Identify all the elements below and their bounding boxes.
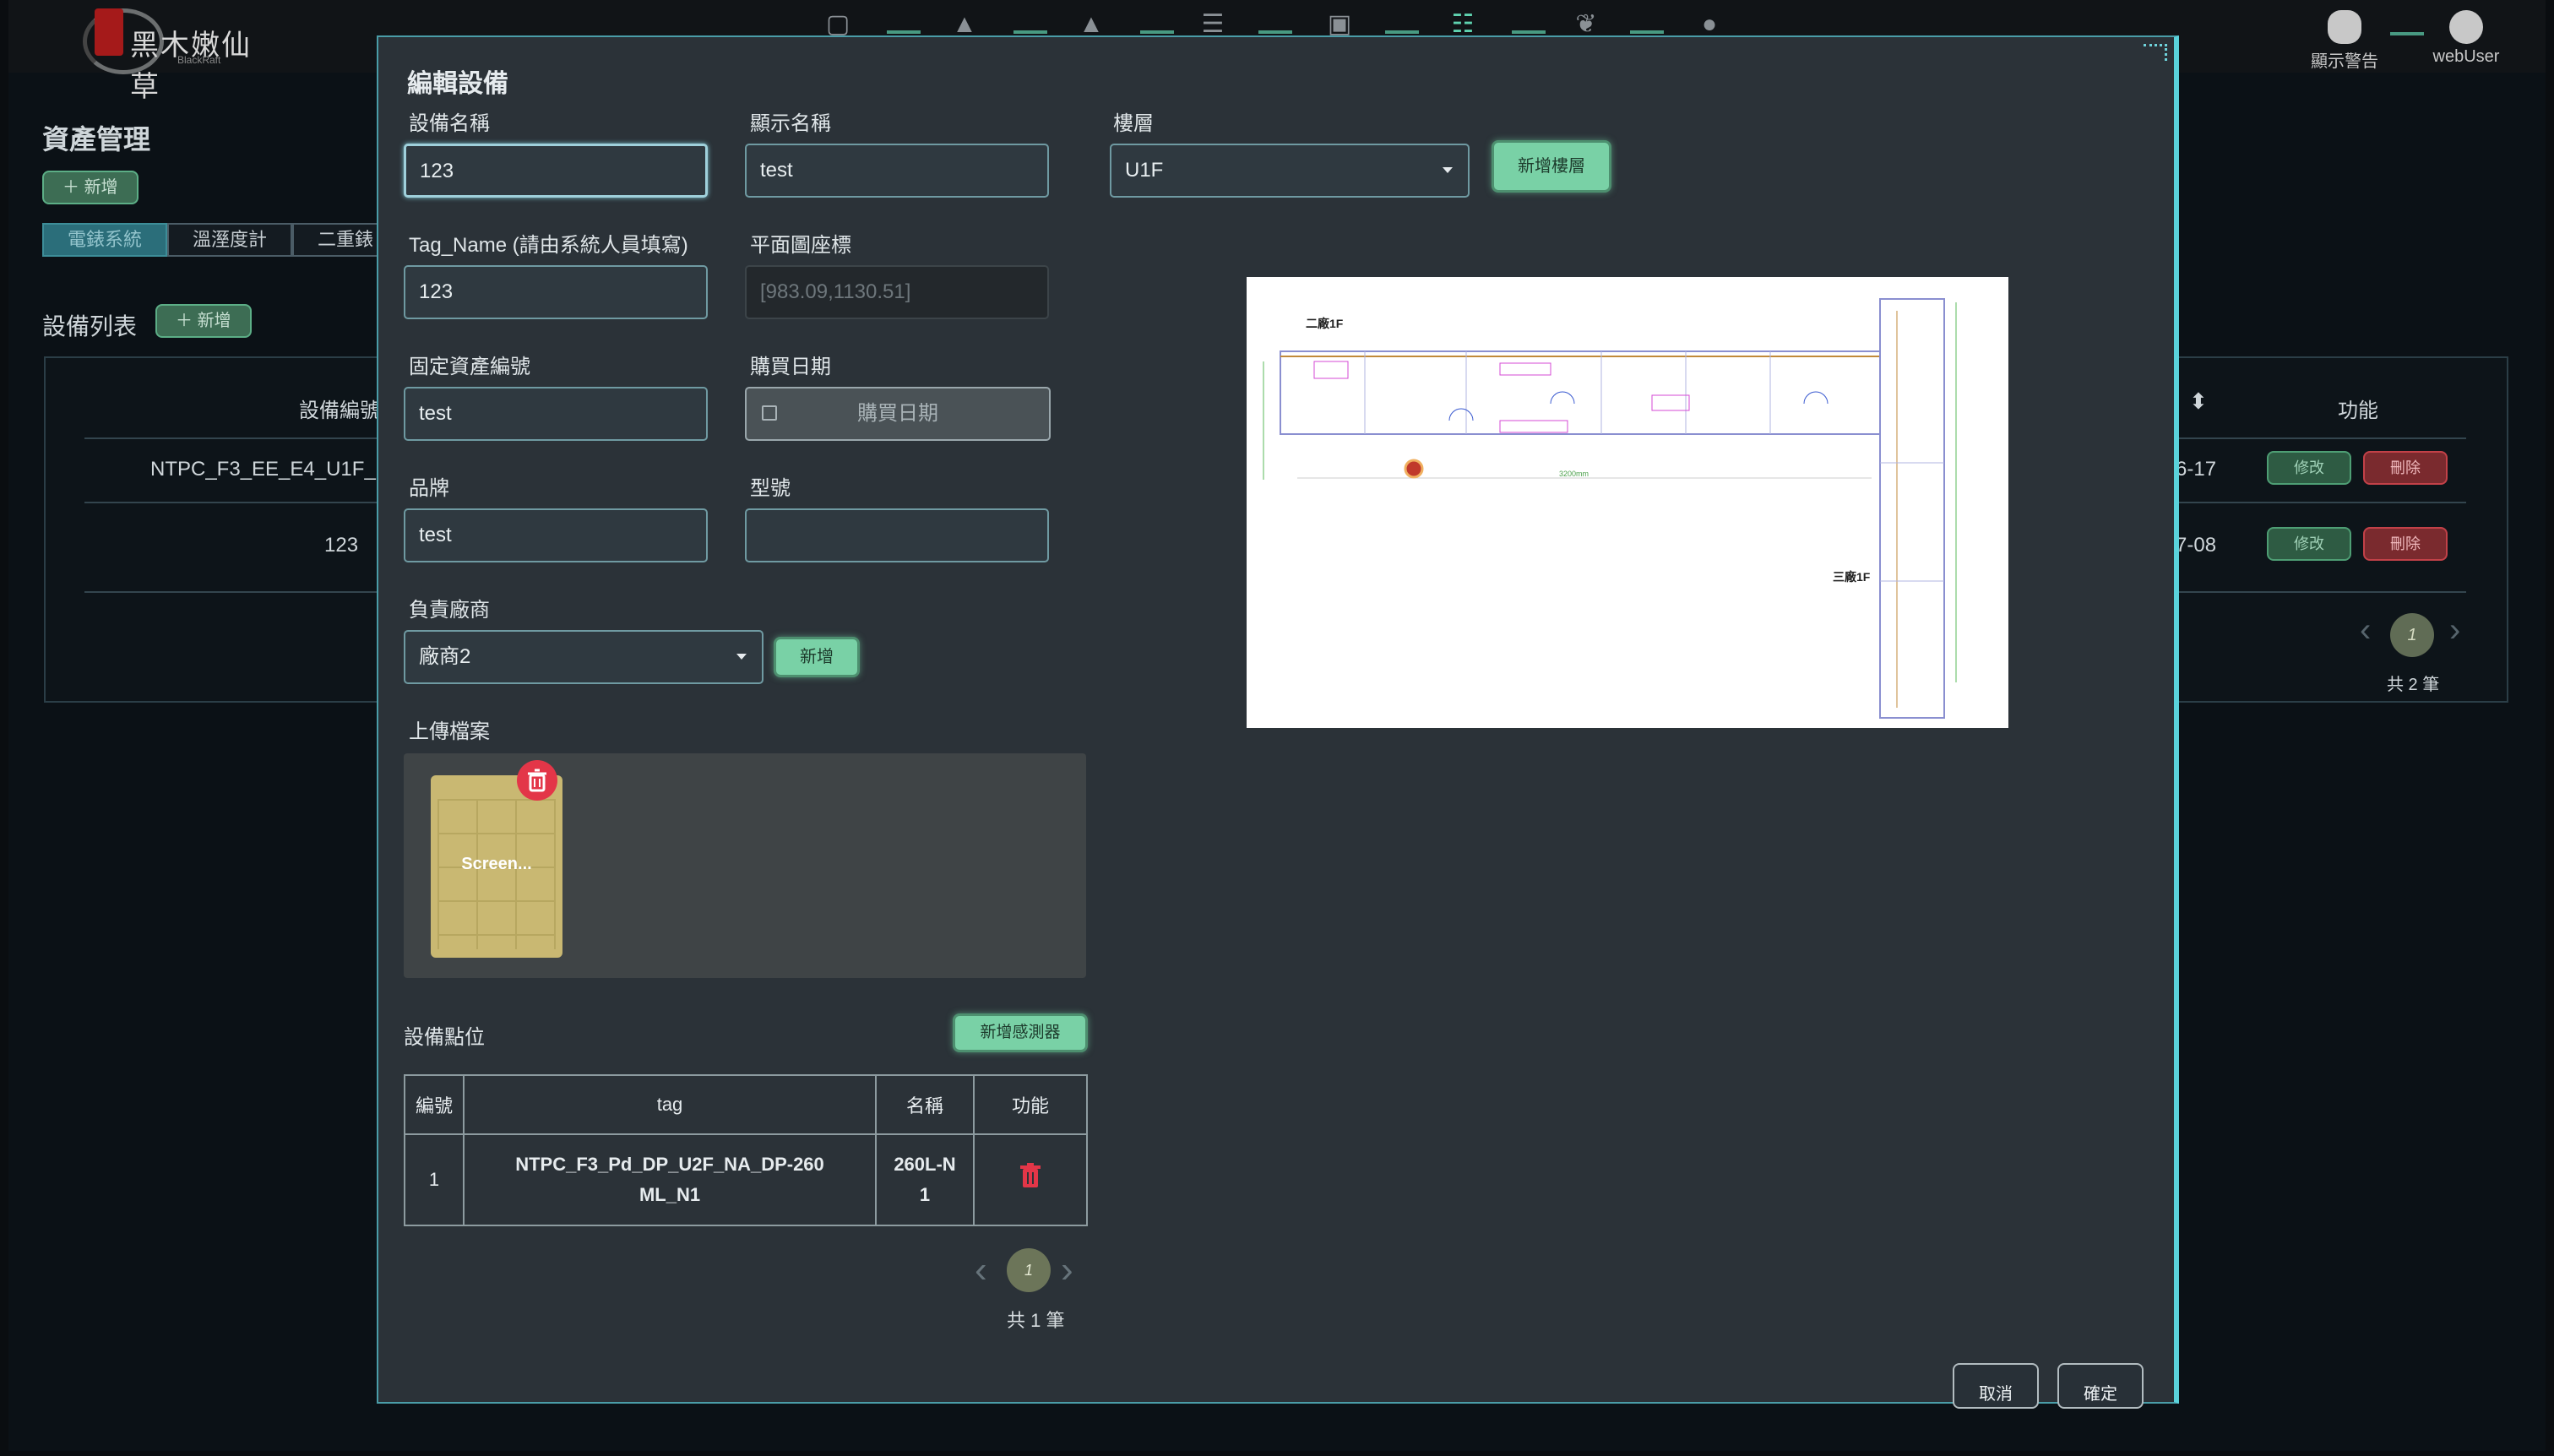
points-table: 編號 tag 名稱 功能 1 NTPC_F3_Pd_DP_U2F_NA_DP-2… [404, 1074, 1088, 1226]
upload-label: 上傳檔案 [409, 720, 490, 743]
chart-icon[interactable]: ▲ [946, 10, 983, 39]
plan-coord-input [745, 265, 1049, 319]
sort-icon[interactable]: ⬍ [2189, 388, 2208, 415]
svg-text:3200mm: 3200mm [1559, 470, 1589, 478]
uploaded-file-thumbnail[interactable]: Screen... [431, 775, 562, 958]
image-icon[interactable]: ▣ [1321, 10, 1358, 39]
next-page-icon[interactable]: › [1061, 1252, 1073, 1289]
tag-name-input[interactable] [404, 265, 708, 319]
model-label: 型號 [750, 477, 791, 500]
row-code: NTPC_F3_EE_E4_U1F_N [150, 458, 391, 481]
tab-meter[interactable]: 電錶系統 [42, 223, 168, 257]
points-title: 設備點位 [404, 1026, 485, 1049]
svg-text:二廠1F: 二廠1F [1306, 317, 1344, 330]
row-date: 6-17 [2176, 458, 2217, 481]
thumbnail-preview [437, 799, 556, 949]
bg-next-page-icon[interactable]: › [2449, 611, 2460, 649]
floor-select[interactable]: U1F [1110, 144, 1470, 198]
floor-plan-image[interactable]: 二廠1F 3200mm 三廠1F [1247, 277, 2008, 728]
row-delete-button[interactable]: 刪除 [2363, 527, 2448, 561]
row-date: 7-08 [2176, 534, 2217, 557]
modal-corner-decoration [2144, 44, 2167, 61]
asset-add-button[interactable]: ＋ 新增 [42, 171, 139, 204]
device-list-title: 設備列表 [42, 313, 138, 340]
bg-pager-count: 共 2 筆 [2387, 676, 2440, 694]
header-tag: tag [463, 1074, 877, 1135]
chevron-down-icon [736, 654, 747, 660]
bg-prev-page-icon[interactable]: ‹ [2360, 611, 2371, 649]
category-tabs: 電錶系統 溫溼度計 二重錶 [42, 223, 399, 257]
display-name-label: 顯示名稱 [750, 112, 831, 135]
floor-label: 樓層 [1113, 112, 1154, 135]
points-count: 共 1 筆 [1007, 1310, 1065, 1331]
user-nav-icon[interactable]: ● [1691, 10, 1728, 39]
brand-input[interactable] [404, 508, 708, 562]
upload-dropzone[interactable]: Screen... [404, 753, 1086, 978]
bg-page-1[interactable]: 1 [2390, 613, 2434, 657]
brand-logo[interactable]: 黑木嫩仙草 BlackRaft [83, 5, 277, 104]
add-vendor-button[interactable]: 新增 [774, 637, 860, 677]
delete-point-button[interactable] [1019, 1162, 1042, 1198]
calendar-icon [762, 405, 777, 421]
device-name-label: 設備名稱 [409, 112, 490, 135]
purchase-date-label: 購買日期 [750, 356, 831, 378]
device-add-button[interactable]: ＋ 新增 [155, 304, 252, 338]
confirm-button[interactable]: 確定 [2057, 1363, 2144, 1409]
add-sensor-button[interactable]: 新增感測器 [953, 1013, 1088, 1052]
table-row: 1 NTPC_F3_Pd_DP_U2F_NA_DP-260ML_N1 260L-… [404, 1133, 1088, 1226]
row-code: 123 [324, 534, 359, 557]
header-name: 名稱 [875, 1074, 975, 1135]
row-edit-button[interactable]: 修改 [2267, 527, 2351, 561]
model-input[interactable] [745, 508, 1049, 562]
cancel-button[interactable]: 取消 [1953, 1363, 2039, 1409]
bell-icon[interactable]: ▲ [1073, 10, 1110, 39]
asset-no-input[interactable] [404, 387, 708, 441]
device-marker[interactable] [1404, 459, 1424, 479]
tab-thermo[interactable]: 溫溼度計 [167, 223, 293, 257]
asset-no-label: 固定資產編號 [409, 356, 530, 378]
svg-text:三廠1F: 三廠1F [1833, 570, 1871, 584]
row-edit-button[interactable]: 修改 [2267, 451, 2351, 485]
point-tag: NTPC_F3_Pd_DP_U2F_NA_DP-260ML_N1 [463, 1133, 877, 1226]
user-avatar-icon [2449, 10, 2483, 44]
database-icon[interactable]: ☷ [1444, 10, 1481, 39]
brand-label: 品牌 [409, 477, 449, 500]
vendor-select[interactable]: 廠商2 [404, 630, 763, 684]
page-1-button[interactable]: 1 [1007, 1248, 1051, 1292]
purchase-date-picker[interactable]: 購買日期 [745, 387, 1051, 441]
floor-plan-drawing: 二廠1F 3200mm 三廠1F [1263, 298, 1957, 719]
point-name: 260L-N1 [875, 1133, 975, 1226]
prev-page-icon[interactable]: ‹ [975, 1252, 987, 1289]
monitor-icon[interactable]: ▢ [819, 10, 856, 39]
chevron-down-icon [1443, 167, 1453, 173]
device-name-input[interactable] [404, 144, 708, 198]
header-function: 功能 [973, 1074, 1088, 1135]
leaf-icon[interactable]: ❦ [1568, 10, 1605, 39]
point-no: 1 [404, 1133, 465, 1226]
server-icon[interactable]: ☰ [1194, 10, 1231, 39]
header-function: 功能 [2338, 399, 2378, 422]
display-name-input[interactable] [745, 144, 1049, 198]
plan-coord-label: 平面圖座標 [750, 234, 851, 257]
row-delete-button[interactable]: 刪除 [2363, 451, 2448, 485]
modal-title: 編輯設備 [407, 70, 508, 98]
page-title: 資產管理 [42, 124, 151, 155]
trash-icon [1020, 1162, 1041, 1187]
header-no: 編號 [404, 1074, 465, 1135]
header-device-code: 設備編號 [299, 399, 380, 422]
add-floor-button[interactable]: 新增樓層 [1492, 140, 1611, 193]
tag-name-label: Tag_Name (請由系統人員填寫) [409, 234, 688, 257]
alert-toggle[interactable]: 顯示警告 [2294, 10, 2395, 72]
user-menu[interactable]: webUser [2415, 10, 2517, 67]
point-actions [973, 1133, 1088, 1226]
vendor-label: 負責廠商 [409, 599, 490, 622]
chat-alert-icon [2328, 10, 2361, 44]
delete-file-button[interactable] [517, 760, 557, 801]
trash-icon [528, 769, 546, 792]
